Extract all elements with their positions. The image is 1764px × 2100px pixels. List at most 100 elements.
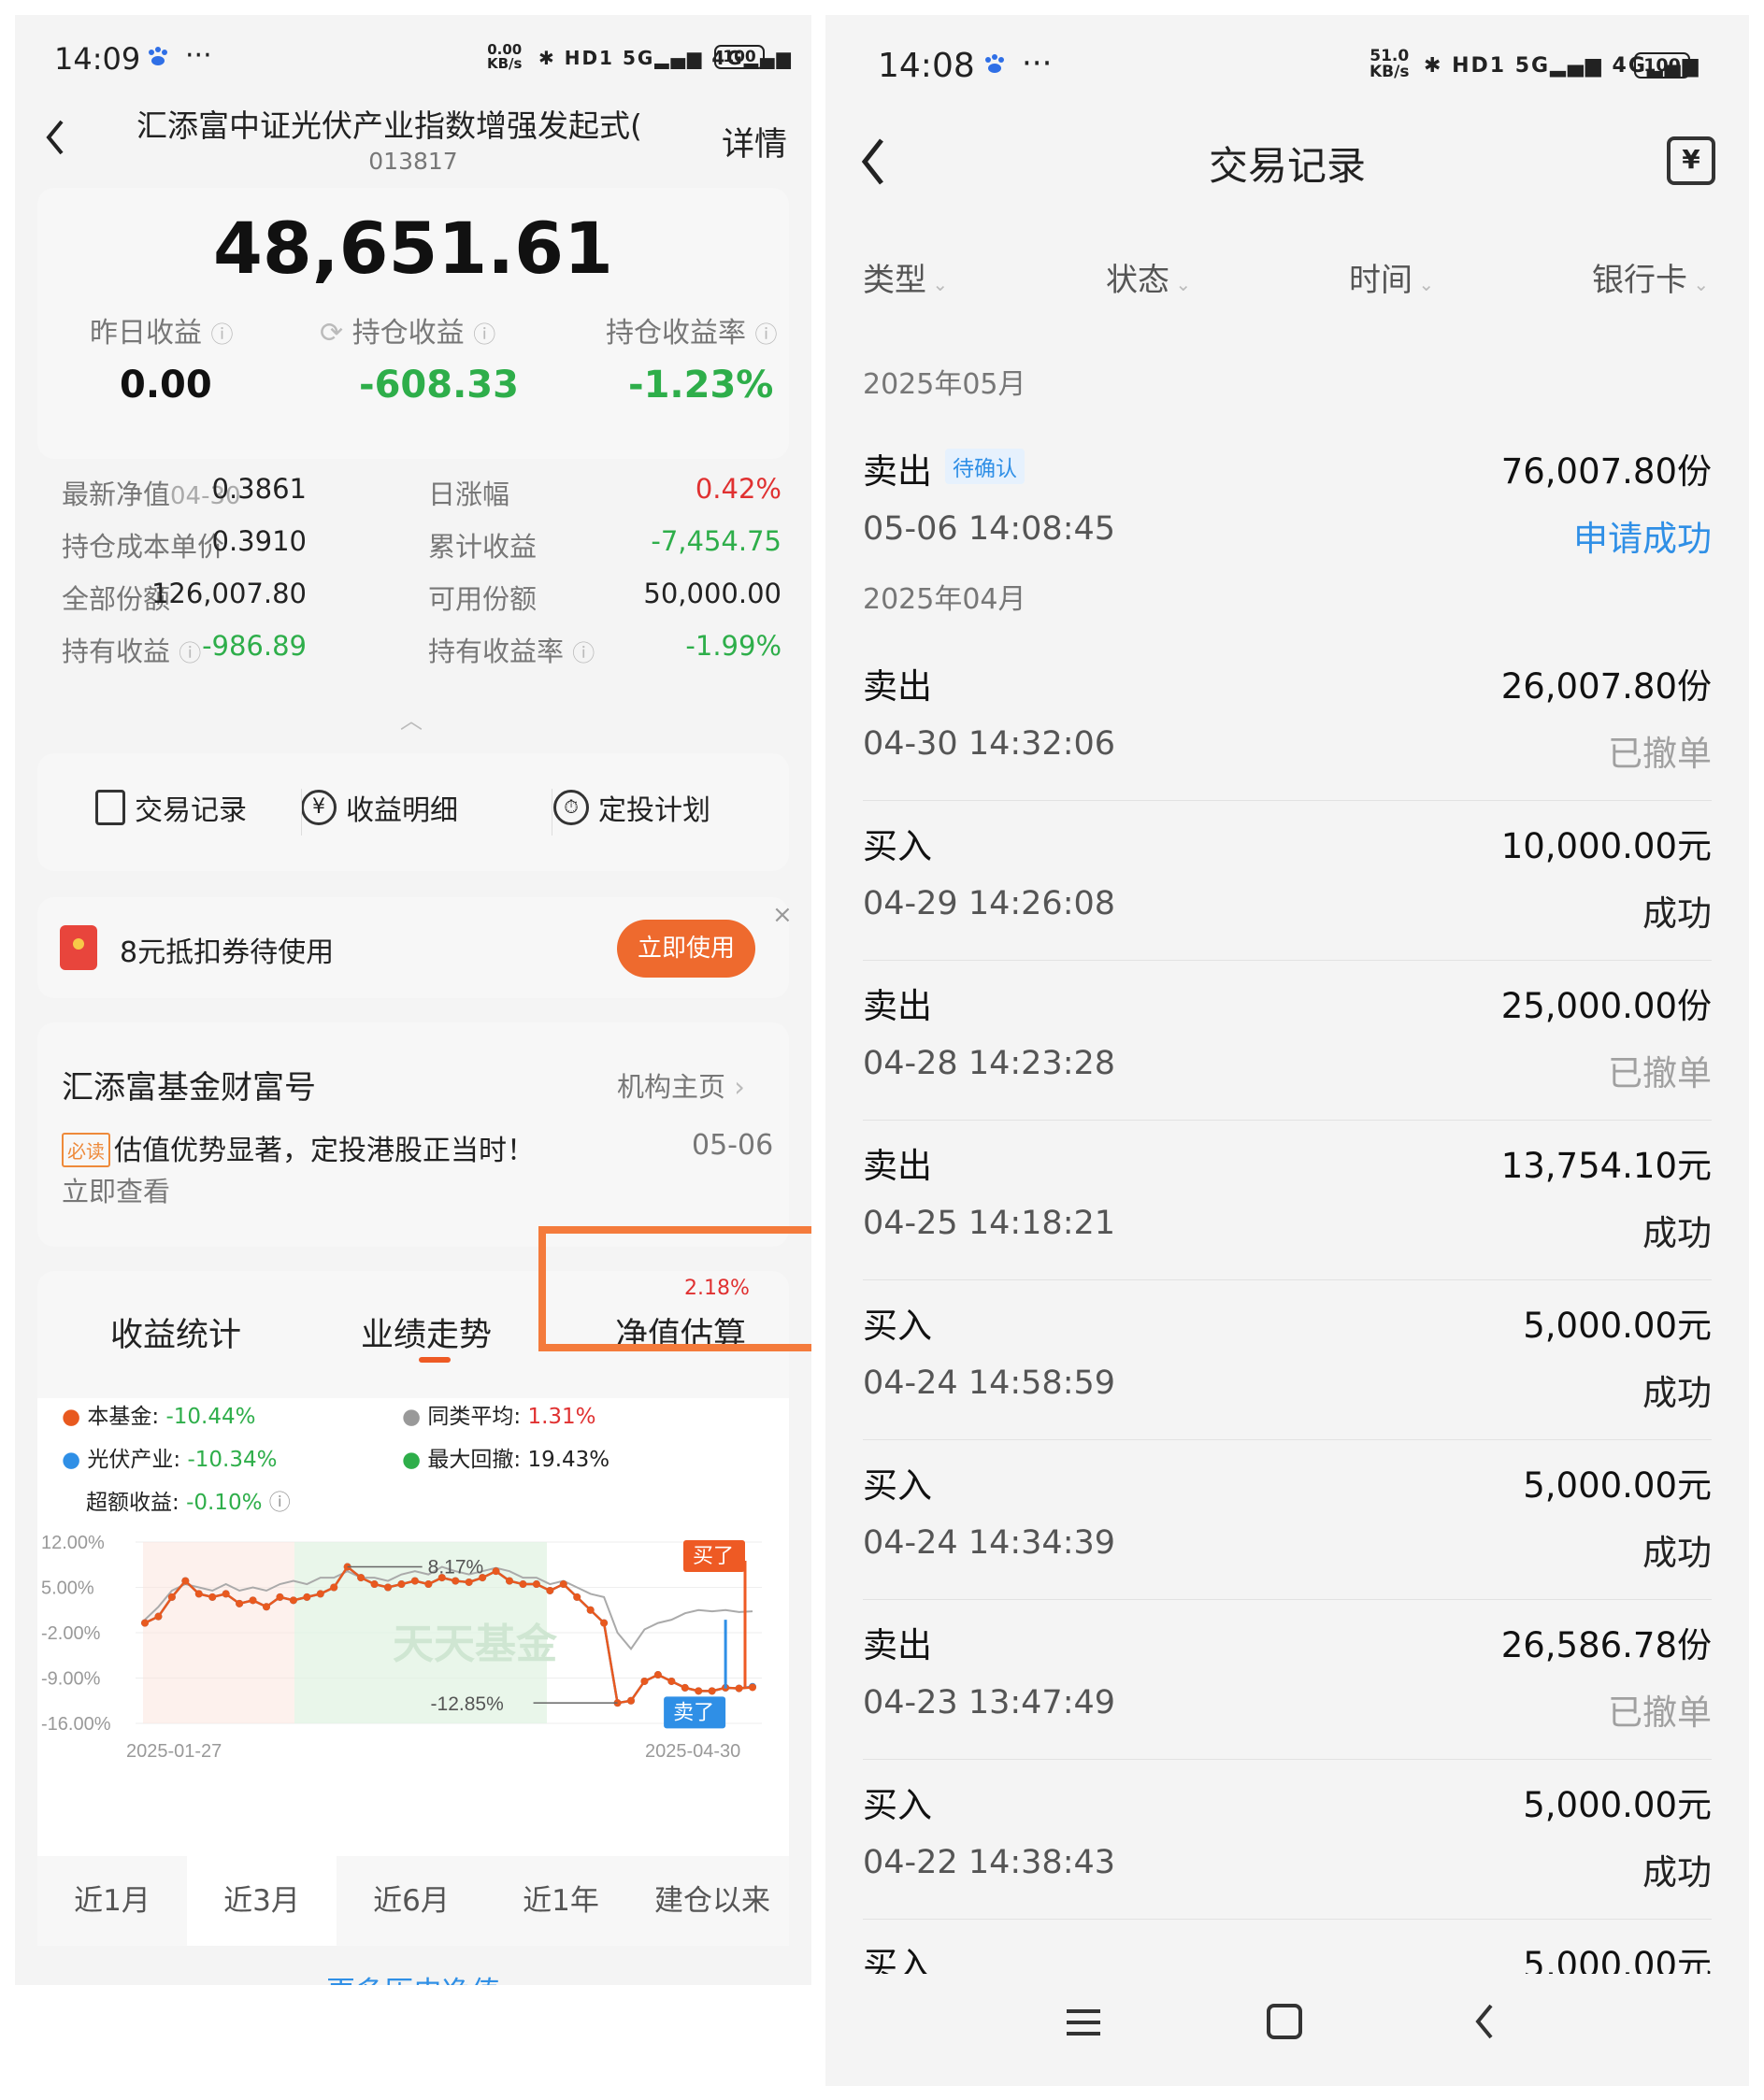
filter-type[interactable]: 类型 ⌄ xyxy=(863,254,948,300)
series-point xyxy=(384,1583,392,1592)
month-header: 2025年04月 xyxy=(863,583,1026,616)
collapse-chevron-icon[interactable]: ︿ xyxy=(400,702,423,735)
series-point xyxy=(208,1593,217,1601)
series-point xyxy=(289,1596,297,1605)
info-icon: ⓘ xyxy=(210,321,234,348)
series-point xyxy=(749,1683,756,1692)
tab-performance[interactable]: 业绩走势 xyxy=(361,1308,492,1356)
record-type: 买入 xyxy=(863,1785,932,1825)
use-coupon-button[interactable]: 立即使用 xyxy=(617,920,755,978)
refresh-icon: ⟳ xyxy=(320,317,344,350)
income-detail-button[interactable]: ¥ 收益明细 xyxy=(301,787,458,828)
coupon-banner: 8元抵扣券待使用 立即使用 × xyxy=(37,897,793,998)
record-row[interactable]: 买入 10,000.00元 04-29 14:26:08 成功 xyxy=(825,801,1749,961)
page-title: 交易记录 xyxy=(1208,143,1366,189)
performance-chart[interactable]: 12.00% 5.00% -2.00% -9.00% -16.00% 2025-01-27… xyxy=(37,1518,789,1854)
chevron-down-icon: ⌄ xyxy=(1413,273,1435,295)
series-point xyxy=(424,1580,433,1589)
filter-bank-card[interactable]: 银行卡 ⌄ xyxy=(1592,254,1709,300)
chevron-down-icon: ⌄ xyxy=(1687,273,1710,295)
series-point xyxy=(154,1612,163,1621)
info-icon: ⓘ xyxy=(473,321,496,348)
avail-shares-value: 50,000.00 xyxy=(643,578,782,609)
menu-icon[interactable] xyxy=(1067,2006,1100,2037)
record-amount: 5,000.00元 xyxy=(1523,1945,1712,1974)
series-point xyxy=(708,1687,716,1695)
y-tick-label: 12.00% xyxy=(41,1533,105,1553)
series-point xyxy=(506,1577,513,1585)
record-row[interactable]: 卖出 25,000.00份 04-28 14:23:28 已撤单 xyxy=(825,961,1749,1121)
action-bar: 交易记录 ¥ 收益明细 ⏱ 定投计划 xyxy=(37,753,789,871)
record-status: 成功 xyxy=(1642,1213,1712,1253)
position-income-label: ⟳ 持仓收益 ⓘ xyxy=(320,317,496,350)
auto-invest-button[interactable]: ⏱ 定投计划 xyxy=(553,787,710,828)
nav-back-icon[interactable] xyxy=(1470,2000,1499,2043)
filter-status[interactable]: 状态 ⌄ xyxy=(1106,254,1191,300)
news-headline: 估值优势显著，定投港股正当时！ xyxy=(114,1135,535,1167)
position-rate-value: -1.23% xyxy=(628,364,774,407)
record-time: 04-25 14:18:21 xyxy=(863,1205,1116,1242)
pending-tag: 待确认 xyxy=(945,449,1025,484)
record-status: 已撤单 xyxy=(1608,734,1712,774)
chevron-down-icon: ⌄ xyxy=(926,273,949,295)
record-time: 04-22 14:38:43 xyxy=(863,1844,1116,1881)
daily-label: 日涨幅 xyxy=(428,479,510,510)
y-tick-label: 5.00% xyxy=(41,1579,94,1599)
range-since-inception[interactable]: 建仓以来 xyxy=(636,1856,789,1946)
series-point xyxy=(600,1619,609,1627)
record-row[interactable]: 卖出 26,007.80份 04-30 14:32:06 已撤单 xyxy=(825,641,1749,801)
range-1y[interactable]: 近1年 xyxy=(486,1856,636,1946)
y-tick-label: -16.00% xyxy=(41,1714,111,1735)
range-6m[interactable]: 近6月 xyxy=(337,1856,486,1946)
legend-fund: ● 本基金: -10.44% xyxy=(62,1405,256,1429)
record-amount: 10,000.00元 xyxy=(1500,826,1712,866)
series-point xyxy=(316,1590,324,1598)
fund-code: 013817 xyxy=(368,148,458,175)
highlight-box xyxy=(538,1226,811,1351)
calendar-yen-icon[interactable]: ¥ xyxy=(1667,136,1715,185)
series-point xyxy=(735,1684,743,1693)
series-point xyxy=(249,1596,257,1605)
news-card[interactable]: 汇添富基金财富号 机构主页 › 必读 估值优势显著，定投港股正当时！ 05-06… xyxy=(37,1022,789,1247)
home-icon[interactable] xyxy=(1267,2004,1302,2039)
close-icon[interactable]: × xyxy=(772,901,793,929)
series-point xyxy=(519,1580,527,1589)
record-type: 卖出 xyxy=(863,451,932,492)
record-row[interactable]: 卖出 13,754.10元 04-25 14:18:21 成功 xyxy=(825,1121,1749,1280)
view-now-link[interactable]: 立即查看 xyxy=(62,1170,170,1209)
record-row[interactable]: 卖出 26,586.78份 04-23 13:47:49 已撤单 xyxy=(825,1600,1749,1760)
record-status: 已撤单 xyxy=(1608,1693,1712,1733)
institution-home-link[interactable]: 机构主页 › xyxy=(617,1065,745,1105)
record-row[interactable]: 买入 5,000.00元 xyxy=(825,1920,1749,1974)
trade-record-button[interactable]: 交易记录 xyxy=(95,787,247,828)
series-point xyxy=(573,1593,581,1601)
record-type: 卖出 xyxy=(863,986,932,1026)
record-row[interactable]: 卖出 待确认 76,007.80份 05-06 14:08:45 申请成功 xyxy=(825,426,1749,585)
range-1m[interactable]: 近1月 xyxy=(37,1856,187,1946)
must-read-badge: 必读 xyxy=(62,1133,110,1167)
record-amount: 5,000.00元 xyxy=(1523,1306,1712,1346)
baidu-paw-icon xyxy=(982,54,1007,75)
tab-income-stats[interactable]: 收益统计 xyxy=(110,1308,241,1356)
record-type: 买入 xyxy=(863,1945,932,1974)
record-time: 04-30 14:32:06 xyxy=(863,725,1116,763)
series-point xyxy=(330,1583,338,1592)
record-row[interactable]: 买入 5,000.00元 04-24 14:34:39 成功 xyxy=(825,1440,1749,1600)
month-header: 2025年05月 xyxy=(863,368,1026,401)
x-tick-label: 2025-04-30 xyxy=(645,1741,740,1762)
timer-icon: ⏱ xyxy=(553,790,589,825)
record-type: 卖出 xyxy=(863,1146,932,1186)
legend-peer: ● 同类平均: 1.31% xyxy=(402,1405,596,1429)
record-row[interactable]: 买入 5,000.00元 04-22 14:38:43 成功 xyxy=(825,1760,1749,1920)
record-row[interactable]: 买入 5,000.00元 04-24 14:58:59 成功 xyxy=(825,1280,1749,1440)
more-history-link[interactable]: 更多历史净值 xyxy=(15,1968,811,1985)
battery-icon: 100 xyxy=(1634,52,1690,79)
info-icon: ⓘ xyxy=(268,1491,291,1515)
detail-link[interactable]: 详情 xyxy=(722,118,787,165)
watermark: 天天基金 xyxy=(393,1621,558,1668)
sell-badge-text: 卖了 xyxy=(673,1701,714,1724)
filter-time[interactable]: 时间 ⌄ xyxy=(1349,254,1434,300)
yesterday-income-label: 昨日收益 ⓘ xyxy=(90,317,234,350)
record-status: 成功 xyxy=(1642,1852,1712,1893)
range-3m[interactable]: 近3月 xyxy=(187,1856,337,1946)
